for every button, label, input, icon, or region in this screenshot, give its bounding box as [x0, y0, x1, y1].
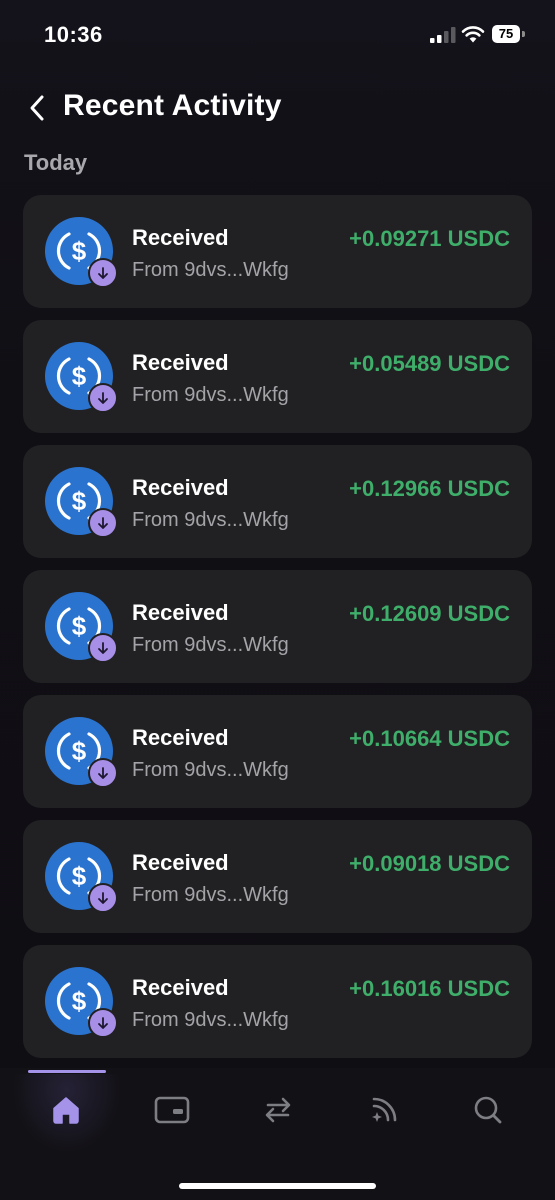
transaction-sender: From 9dvs...Wkfg [132, 259, 289, 281]
activity-item[interactable]: $ Received From 9dvs...Wkfg +0.16016 USD… [23, 945, 532, 1058]
wifi-icon [461, 26, 485, 43]
svg-text:$: $ [72, 486, 87, 516]
transaction-amount: +0.12966 USDC [349, 476, 510, 501]
transaction-sender: From 9dvs...Wkfg [132, 884, 289, 906]
activity-item[interactable]: $ Received From 9dvs...Wkfg +0.10664 USD… [23, 695, 532, 808]
transaction-sender: From 9dvs...Wkfg [132, 509, 289, 531]
swap-icon [265, 1097, 291, 1123]
section-label-today: Today [24, 150, 88, 175]
transaction-type: Received [132, 600, 229, 625]
activity-list: $ Received From 9dvs...Wkfg +0.09271 USD… [23, 195, 532, 1070]
wallet-card-icon [154, 1096, 190, 1124]
status-bar: 10:36 75 [0, 0, 555, 70]
chevron-left-icon [30, 95, 44, 121]
received-arrow-icon [88, 258, 118, 288]
home-indicator [179, 1183, 376, 1189]
battery-level: 75 [492, 25, 520, 43]
received-arrow-icon [88, 1008, 118, 1038]
transaction-amount: +0.16016 USDC [349, 976, 510, 1001]
tab-swap[interactable] [258, 1090, 298, 1130]
tab-home[interactable] [46, 1090, 86, 1130]
svg-text:$: $ [72, 736, 87, 766]
transaction-sender: From 9dvs...Wkfg [132, 1009, 289, 1031]
page-header: Recent Activity [0, 80, 555, 136]
svg-text:$: $ [72, 361, 87, 391]
svg-text:$: $ [72, 611, 87, 641]
svg-text:$: $ [72, 861, 87, 891]
svg-text:$: $ [72, 986, 87, 1016]
transaction-type: Received [132, 475, 229, 500]
status-time: 10:36 [44, 22, 103, 47]
transaction-sender: From 9dvs...Wkfg [132, 759, 289, 781]
page-title: Recent Activity [63, 89, 282, 122]
activity-item[interactable]: $ Received From 9dvs...Wkfg +0.05489 USD… [23, 320, 532, 433]
transaction-amount: +0.12609 USDC [349, 601, 510, 626]
search-icon [474, 1096, 502, 1124]
received-arrow-icon [88, 758, 118, 788]
transaction-amount: +0.09271 USDC [349, 226, 510, 251]
received-arrow-icon [88, 383, 118, 413]
transaction-type: Received [132, 975, 229, 1000]
cellular-signal-icon [430, 27, 456, 43]
transaction-amount: +0.10664 USDC [349, 726, 510, 751]
bottom-tab-bar [0, 1068, 555, 1200]
home-icon [53, 1097, 79, 1124]
battery-icon: 75 [492, 25, 526, 43]
received-arrow-icon [88, 633, 118, 663]
transaction-type: Received [132, 725, 229, 750]
transaction-type: Received [132, 350, 229, 375]
transaction-amount: +0.09018 USDC [349, 851, 510, 876]
back-button[interactable] [22, 92, 52, 124]
transaction-type: Received [132, 850, 229, 875]
tab-feed[interactable] [364, 1090, 404, 1130]
svg-text:$: $ [72, 236, 87, 266]
activity-item[interactable]: $ Received From 9dvs...Wkfg +0.09271 USD… [23, 195, 532, 308]
transaction-amount: +0.05489 USDC [349, 351, 510, 376]
transaction-type: Received [132, 225, 229, 250]
activity-item[interactable]: $ Received From 9dvs...Wkfg +0.12966 USD… [23, 445, 532, 558]
transaction-sender: From 9dvs...Wkfg [132, 384, 289, 406]
activity-item[interactable]: $ Received From 9dvs...Wkfg +0.12609 USD… [23, 570, 532, 683]
active-tab-indicator [28, 1070, 106, 1073]
received-arrow-icon [88, 883, 118, 913]
tab-wallet[interactable] [152, 1090, 192, 1130]
tab-search[interactable] [468, 1090, 508, 1130]
feed-icon [372, 1097, 397, 1122]
received-arrow-icon [88, 508, 118, 538]
transaction-sender: From 9dvs...Wkfg [132, 634, 289, 656]
activity-item[interactable]: $ Received From 9dvs...Wkfg +0.09018 USD… [23, 820, 532, 933]
